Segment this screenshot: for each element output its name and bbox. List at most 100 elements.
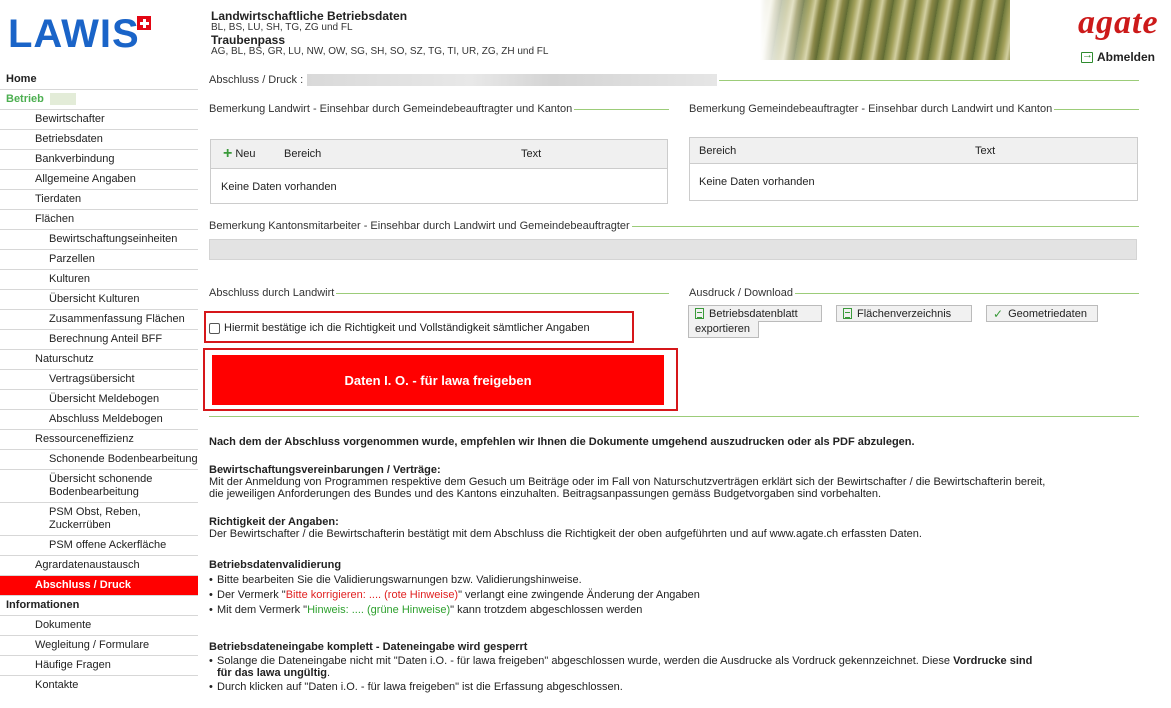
sidebar-nav: Home Betrieb Bewirtschafter Betriebsdate… [0, 70, 198, 695]
lawis-logo[interactable]: LAWIS [8, 14, 140, 54]
new-remark-button[interactable]: + Neu [223, 146, 256, 162]
validation-list: Bitte bearbeiten Sie die Validierungswar… [209, 574, 1139, 616]
col-header-bereich[interactable]: Bereich [284, 148, 321, 160]
sidebar-item-allgemeine-angaben[interactable]: Allgemeine Angaben [0, 170, 198, 190]
sidebar-item-bewirtschaftungseinheiten[interactable]: Bewirtschaftungseinheiten [0, 230, 198, 250]
list-item: Der Vermerk "Bitte korrigieren: .... (ro… [209, 589, 1139, 601]
sidebar-item-uebersicht-kulturen[interactable]: Übersicht Kulturen [0, 290, 198, 310]
geo-export-button[interactable]: ✓ Geometriedaten [986, 305, 1098, 322]
areas-list-button[interactable]: Flächenverzeichnis [836, 305, 972, 322]
col-header-text[interactable]: Text [521, 148, 541, 160]
confirm-checkbox[interactable] [209, 322, 220, 334]
sidebar-item-tierdaten[interactable]: Tierdaten [0, 190, 198, 210]
sidebar-item-uebersicht-meldebogen[interactable]: Übersicht Meldebogen [0, 390, 198, 410]
table-header: + Neu Bereich Text [211, 140, 667, 169]
list-item: Bitte bearbeiten Sie die Validierungswar… [209, 574, 1139, 586]
sidebar-item-ressourceneffizienz[interactable]: Ressourceneffizienz [0, 430, 198, 450]
accuracy-title: Richtigkeit der Angaben: [209, 516, 339, 528]
sidebar-item-agrardatenaustausch[interactable]: Agrardatenaustausch [0, 556, 198, 576]
sidebar-item-betrieb[interactable]: Betrieb [0, 90, 198, 110]
closing-legend: Abschluss durch Landwirt [209, 287, 669, 299]
sidebar-item-abschluss-meldebogen[interactable]: Abschluss Meldebogen [0, 410, 198, 430]
sidebar-item-kontakte[interactable]: Kontakte [0, 676, 198, 695]
sidebar-item-haeufige-fragen[interactable]: Häufige Fragen [0, 656, 198, 676]
list-item-text: Bitte bearbeiten Sie die Validierungswar… [217, 574, 582, 586]
closing-legend-label: Abschluss durch Landwirt [209, 287, 335, 299]
list-item-text: " kann trotzdem abgeschlossen werden [450, 604, 643, 616]
list-item-text: . [327, 667, 331, 679]
list-item: Durch klicken auf "Daten i.O. - für lawa… [209, 681, 1139, 693]
remark-farmer-legend: Bemerkung Landwirt - Einsehbar durch Gem… [209, 103, 669, 115]
empty-state: Keine Daten vorhanden [221, 181, 337, 193]
accuracy-section: Richtigkeit der Angaben: Der Bewirtschaf… [209, 516, 1139, 540]
page-legend: Abschluss / Druck : [209, 74, 1139, 86]
datasheet-label: Betriebsdatenblatt [709, 307, 798, 320]
agreements-section: Bewirtschaftungsvereinbarungen / Verträg… [209, 464, 1139, 500]
release-data-button[interactable]: Daten I. O. - für lawa freigeben [212, 355, 664, 405]
intro-text: Nach dem der Abschluss vorgenommen wurde… [209, 436, 915, 448]
accuracy-text: Der Bewirtschafter / die Bewirtschafteri… [209, 528, 922, 540]
col-header-bereich[interactable]: Bereich [699, 145, 736, 157]
lock-section: Betriebsdateneingabe komplett - Datenein… [209, 641, 1139, 693]
sidebar-item-bankverbindung[interactable]: Bankverbindung [0, 150, 198, 170]
download-legend: Ausdruck / Download [689, 287, 1139, 299]
sidebar-item-psm-obst[interactable]: PSM Obst, Reben, Zuckerrüben [0, 503, 198, 536]
confirm-checkbox-row[interactable]: Hiermit bestätige ich die Richtigkeit un… [209, 322, 590, 334]
sidebar-item-vertragsuebersicht[interactable]: Vertragsübersicht [0, 370, 198, 390]
empty-state: Keine Daten vorhanden [699, 176, 815, 188]
remark-municipal-legend: Bemerkung Gemeindebeauftragter - Einsehb… [689, 103, 1139, 115]
header-title-2: Traubenpass [211, 33, 286, 47]
sidebar-item-psm-ackerflaeche[interactable]: PSM offene Ackerfläche [0, 536, 198, 556]
logout-button[interactable]: Abmelden [1081, 49, 1156, 64]
header-info: Landwirtschaftliche Betriebsdaten BL, BS… [211, 10, 548, 58]
list-item-text: " verlangt eine zwingende Änderung der A… [458, 589, 700, 601]
sidebar-item-parzellen[interactable]: Parzellen [0, 250, 198, 270]
logout-icon [1081, 49, 1093, 63]
list-item-text: Der Vermerk " [217, 589, 286, 601]
list-item-text: Mit dem Vermerk " [217, 604, 308, 616]
list-item-text: Durch klicken auf "Daten i.O. - für lawa… [217, 681, 623, 693]
sidebar-item-berechnung-bff[interactable]: Berechnung Anteil BFF [0, 330, 198, 350]
legend-line [794, 292, 1139, 294]
sidebar-item-dokumente[interactable]: Dokumente [0, 616, 198, 636]
remark-municipal-table: Bereich Text Keine Daten vorhanden [689, 137, 1138, 201]
agreements-title: Bewirtschaftungsvereinbarungen / Verträg… [209, 464, 441, 476]
sidebar-item-betriebsdaten[interactable]: Betriebsdaten [0, 130, 198, 150]
geo-export-label-1: Geometriedaten [1008, 307, 1087, 320]
col-header-text[interactable]: Text [975, 145, 995, 157]
redacted-field [49, 93, 76, 106]
list-item-bold: Vordrucke sind [953, 655, 1033, 667]
confirm-checkbox-label: Hiermit bestätige ich die Richtigkeit un… [224, 322, 590, 334]
geo-export-button-cont[interactable]: exportieren [688, 321, 759, 338]
legend-line [336, 292, 669, 294]
swiss-flag-icon [137, 16, 151, 30]
sidebar-item-bewirtschafter[interactable]: Bewirtschafter [0, 110, 198, 130]
redacted-field [307, 74, 718, 86]
green-hint-text: Hinweis: .... (grüne Hinweise) [307, 604, 451, 616]
validation-title: Betriebsdatenvalidierung [209, 559, 342, 571]
document-icon [695, 308, 704, 319]
remark-farmer-legend-label: Bemerkung Landwirt - Einsehbar durch Gem… [209, 103, 573, 115]
sidebar-item-uebersicht-schonende-bodenbearbeitung[interactable]: Übersicht schonende Bodenbearbeitung [0, 470, 198, 503]
page-legend-label: Abschluss / Druck : [209, 74, 304, 86]
sidebar-item-zusammenfassung-flaechen[interactable]: Zusammenfassung Flächen [0, 310, 198, 330]
logout-label: Abmelden [1097, 50, 1156, 64]
sidebar-item-label: Betrieb [6, 93, 44, 105]
lock-list: Solange die Dateneingabe nicht mit "Date… [209, 655, 1139, 693]
sidebar-item-informationen[interactable]: Informationen [0, 596, 198, 616]
agate-logo[interactable]: agate [1078, 6, 1159, 40]
download-legend-label: Ausdruck / Download [689, 287, 793, 299]
datasheet-button[interactable]: Betriebsdatenblatt [688, 305, 822, 322]
sidebar-item-wegleitung[interactable]: Wegleitung / Formulare [0, 636, 198, 656]
sidebar-item-home[interactable]: Home [0, 70, 198, 90]
vineyard-photo [760, 0, 1010, 60]
areas-list-label: Flächenverzeichnis [857, 307, 952, 320]
agreements-text-2: die jeweiligen Anforderungen des Bundes … [209, 488, 882, 500]
list-item: Solange die Dateneingabe nicht mit "Date… [209, 655, 1139, 679]
sidebar-item-schonende-bodenbearbeitung[interactable]: Schonende Bodenbearbeitung [0, 450, 198, 470]
sidebar-item-flaechen[interactable]: Flächen [0, 210, 198, 230]
sidebar-item-abschluss-druck[interactable]: Abschluss / Druck [0, 576, 198, 596]
sidebar-item-kulturen[interactable]: Kulturen [0, 270, 198, 290]
new-remark-label: Neu [235, 148, 256, 160]
sidebar-item-naturschutz[interactable]: Naturschutz [0, 350, 198, 370]
